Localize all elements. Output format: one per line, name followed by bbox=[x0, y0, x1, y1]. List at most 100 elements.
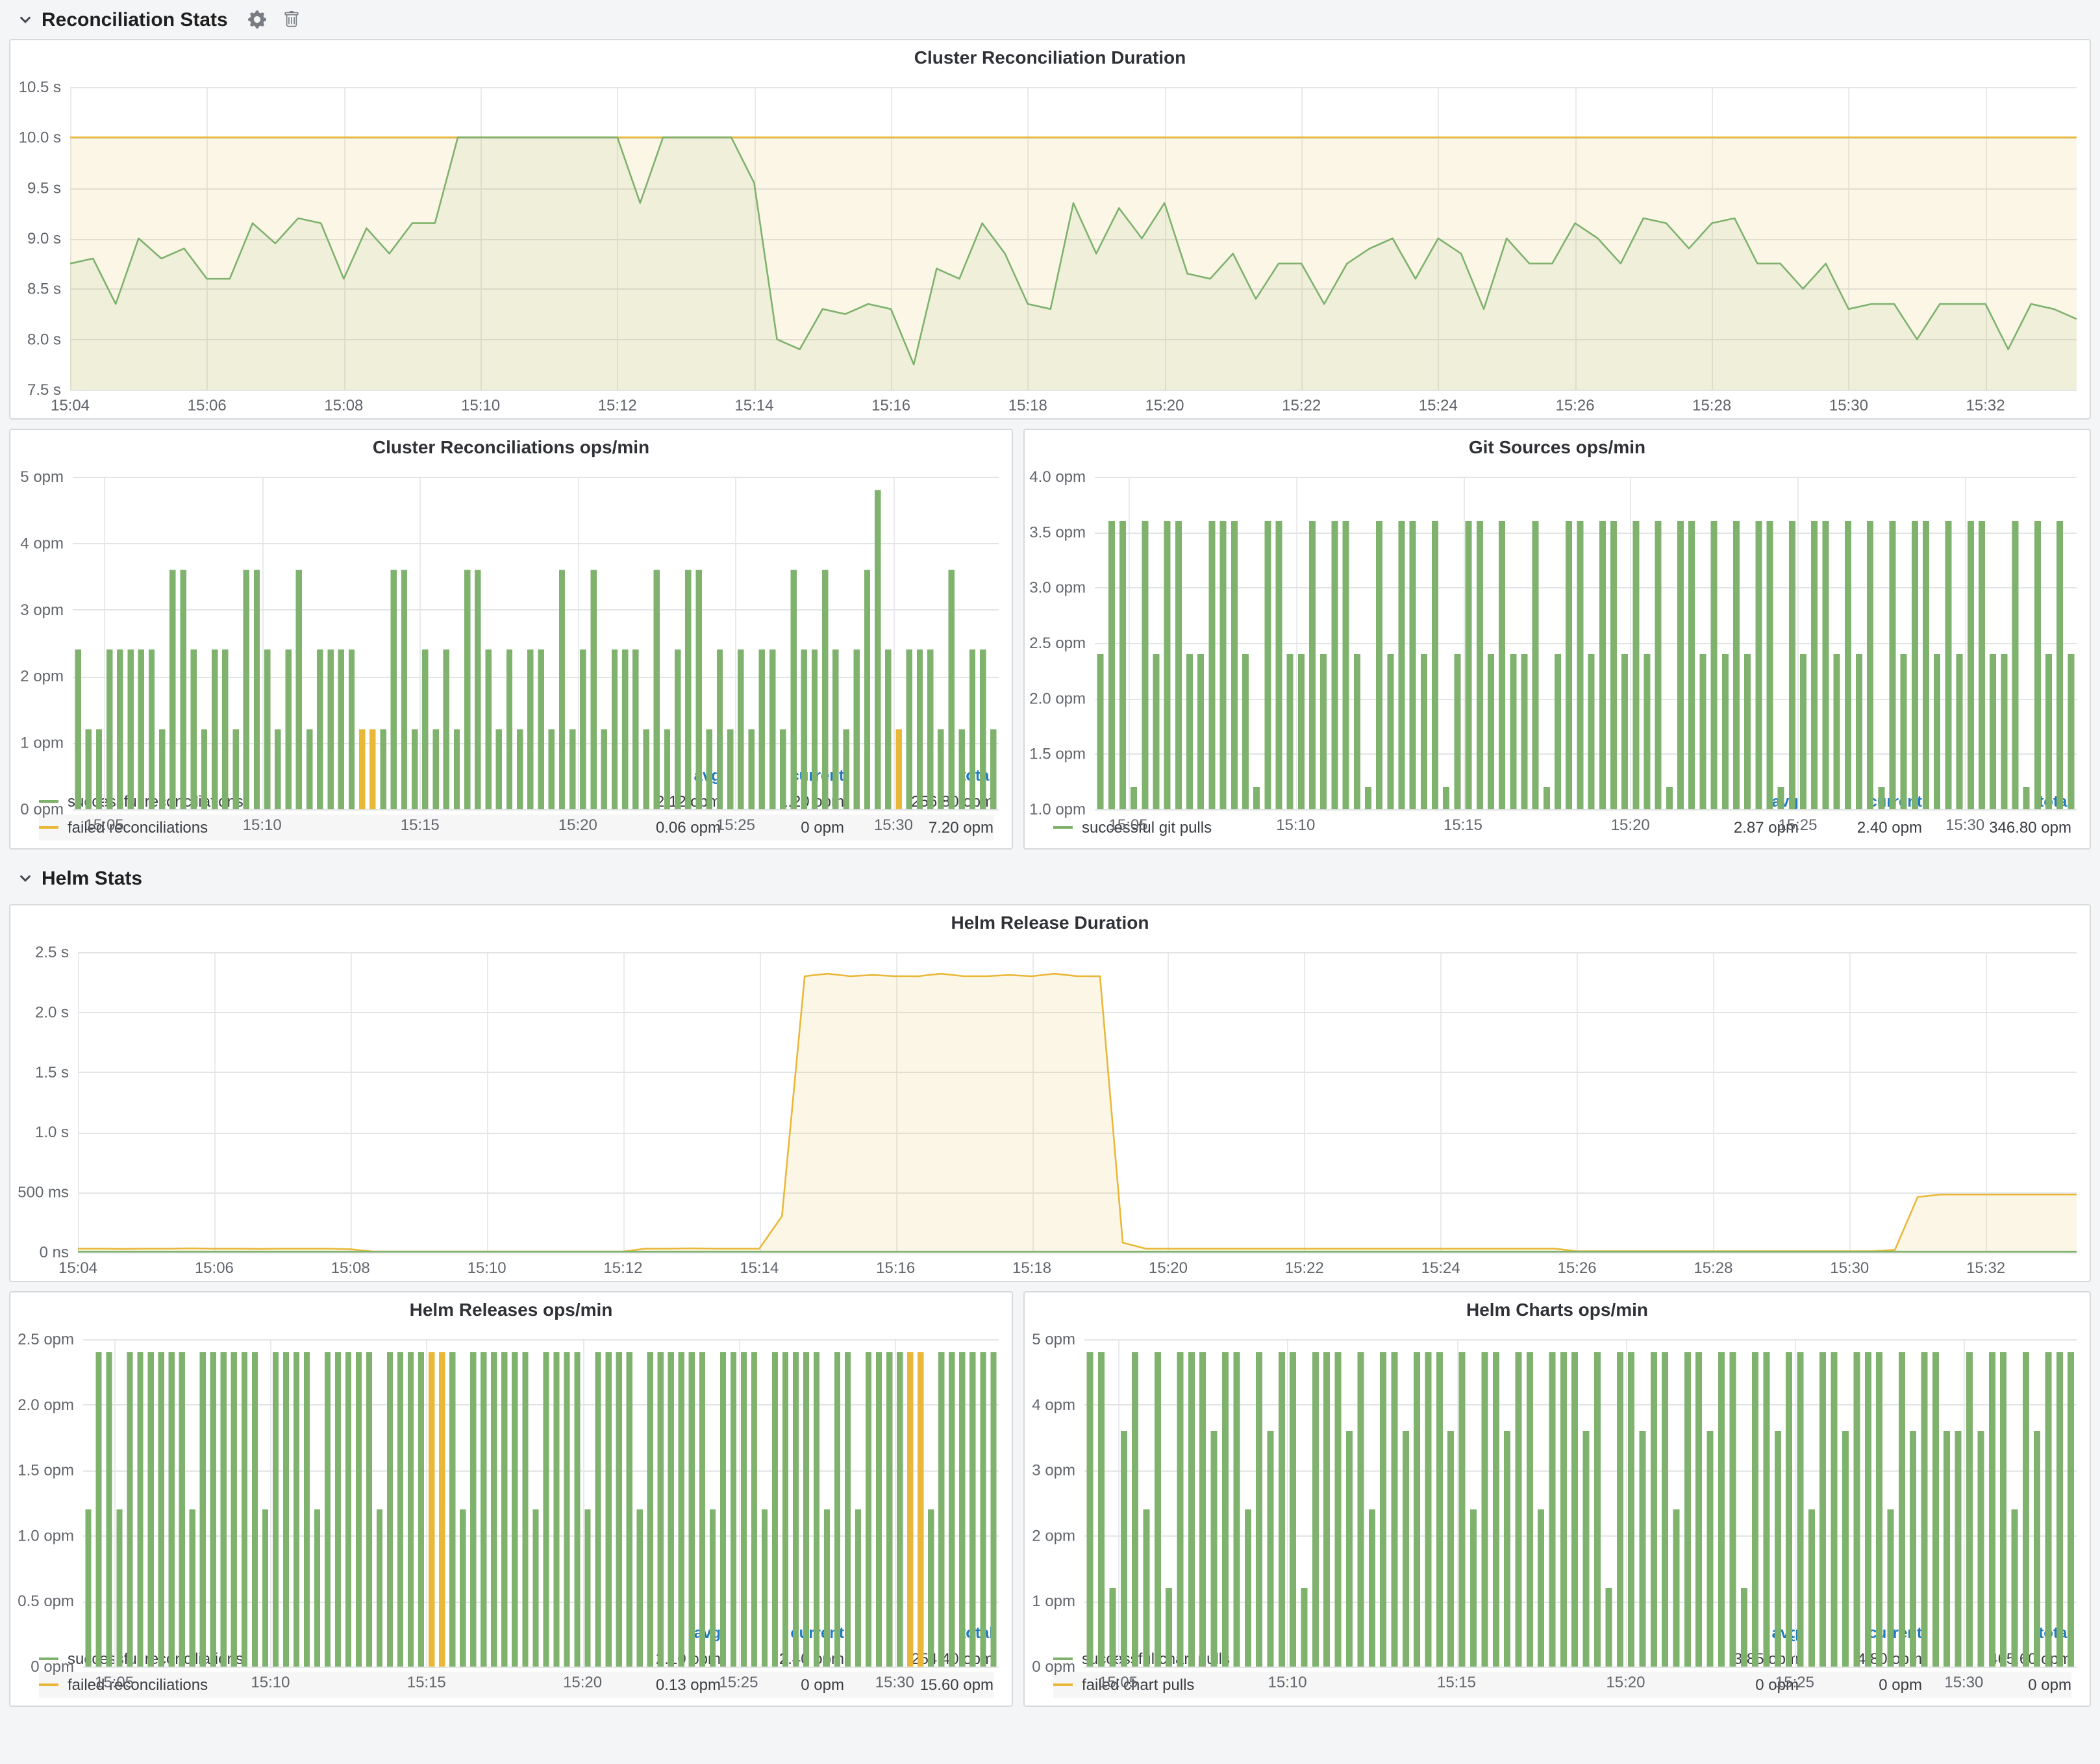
helm-releases-opm-plot: 0 opm0.5 opm1.0 opm1.5 opm2.0 opm2.5 opm… bbox=[10, 1326, 1012, 1695]
bar bbox=[595, 1352, 601, 1667]
x-axis-label: 15:05 bbox=[85, 816, 124, 834]
panel-cluster-reconciliation-duration: Cluster Reconciliation Duration 7.5 s8.0… bbox=[9, 39, 2091, 420]
bar bbox=[1912, 521, 1918, 809]
panel-helm-releases-opm: Helm Releases ops/min 0 opm0.5 opm1.0 op… bbox=[9, 1291, 1013, 1707]
bar bbox=[632, 649, 638, 809]
bar bbox=[117, 649, 123, 809]
panel-title[interactable]: Helm Release Duration bbox=[10, 905, 2090, 939]
bar bbox=[2045, 1352, 2052, 1667]
bar bbox=[1808, 1509, 1815, 1667]
panel-title[interactable]: Helm Charts ops/min bbox=[1025, 1292, 2090, 1326]
x-axis-label: 15:04 bbox=[58, 1259, 97, 1277]
bar bbox=[1834, 654, 1840, 809]
bar bbox=[559, 570, 565, 809]
x-axis-label: 15:22 bbox=[1282, 397, 1321, 414]
x-axis-label: 15:15 bbox=[1437, 1674, 1476, 1691]
bar bbox=[717, 649, 723, 809]
bar bbox=[1376, 521, 1382, 809]
bar bbox=[1560, 1352, 1567, 1667]
panel-cluster-reconciliations-opm: Cluster Reconciliations ops/min 0 opm1 o… bbox=[9, 429, 1013, 850]
bar bbox=[1707, 1431, 1714, 1667]
helm-charts-chart: 0 opm1 opm2 opm3 opm4 opm5 opm15:0515:10… bbox=[1025, 1326, 2090, 1617]
bar bbox=[1301, 1588, 1308, 1667]
panel-title[interactable]: Git Sources ops/min bbox=[1025, 430, 2090, 464]
bar bbox=[1617, 1352, 1623, 1667]
bar bbox=[232, 729, 238, 809]
bar bbox=[854, 649, 860, 809]
bar bbox=[1544, 787, 1550, 809]
section-header-reconciliation-stats[interactable]: Reconciliation Stats bbox=[9, 0, 2091, 39]
bar bbox=[345, 1352, 351, 1667]
bar bbox=[1188, 1352, 1195, 1667]
y-axis-label: 3 opm bbox=[1032, 1462, 1075, 1480]
gear-icon bbox=[249, 10, 267, 29]
bar bbox=[1923, 521, 1929, 809]
bar bbox=[927, 649, 933, 809]
bar bbox=[179, 1352, 185, 1667]
panel-title[interactable]: Helm Releases ops/min bbox=[10, 1292, 1012, 1326]
x-axis-label: 15:30 bbox=[874, 816, 913, 834]
y-axis-label: 1 opm bbox=[20, 735, 64, 752]
section-delete-button[interactable] bbox=[280, 9, 305, 30]
x-axis-label: 15:18 bbox=[1012, 1259, 1051, 1277]
bar bbox=[1876, 1352, 1882, 1667]
bar bbox=[159, 729, 165, 809]
bar bbox=[1878, 787, 1884, 809]
bar bbox=[906, 649, 912, 809]
bar bbox=[252, 1352, 258, 1667]
bar bbox=[254, 570, 260, 809]
bar bbox=[137, 1352, 143, 1667]
bar bbox=[1222, 1352, 1229, 1667]
x-axis-label: 15:28 bbox=[1694, 1259, 1732, 1277]
y-axis-label: 1.5 opm bbox=[18, 1462, 74, 1480]
y-axis-label: 10.0 s bbox=[19, 129, 61, 147]
bar bbox=[449, 1352, 455, 1667]
x-axis-label: 15:18 bbox=[1008, 397, 1047, 414]
bar bbox=[306, 729, 312, 809]
bar bbox=[1447, 1431, 1454, 1667]
panel-title[interactable]: Cluster Reconciliation Duration bbox=[10, 40, 2090, 74]
x-axis-label: 15:32 bbox=[1966, 1259, 2005, 1277]
bar bbox=[1425, 1352, 1432, 1667]
bar bbox=[1901, 654, 1907, 809]
bar bbox=[1242, 654, 1249, 809]
y-axis-label: 3.5 opm bbox=[1029, 523, 1086, 541]
bar bbox=[1555, 654, 1561, 809]
bar bbox=[658, 1352, 664, 1667]
bar bbox=[506, 649, 512, 809]
dashboard: Reconciliation Stats Cluster Reconciliat… bbox=[0, 0, 2100, 1764]
x-axis-label: 15:28 bbox=[1692, 397, 1731, 414]
x-axis-label: 15:14 bbox=[740, 1259, 779, 1277]
bar bbox=[886, 1352, 892, 1667]
bar bbox=[1211, 1431, 1218, 1667]
bar bbox=[938, 1352, 944, 1667]
bar bbox=[1934, 654, 1940, 809]
bar bbox=[948, 570, 954, 809]
x-axis-label: 15:22 bbox=[1285, 1259, 1324, 1277]
bar bbox=[275, 729, 281, 809]
bar bbox=[314, 1509, 320, 1667]
bar bbox=[1566, 521, 1572, 809]
section-settings-button[interactable] bbox=[245, 9, 271, 30]
bar bbox=[283, 1352, 289, 1667]
bar bbox=[731, 1352, 736, 1667]
bar bbox=[1688, 521, 1695, 809]
bar bbox=[1403, 1431, 1409, 1667]
bar bbox=[1323, 1352, 1330, 1667]
panel-title[interactable]: Cluster Reconciliations ops/min bbox=[10, 430, 1012, 464]
bar bbox=[454, 729, 460, 809]
bar bbox=[2045, 654, 2052, 809]
bar bbox=[116, 1509, 122, 1667]
section-header-helm-stats[interactable]: Helm Stats bbox=[9, 860, 2091, 896]
y-axis-label: 9.0 s bbox=[27, 230, 61, 247]
bar bbox=[1577, 521, 1583, 809]
bar bbox=[327, 649, 333, 809]
bar bbox=[475, 570, 481, 809]
y-axis-label: 2 opm bbox=[1032, 1527, 1075, 1544]
bar bbox=[1819, 1352, 1826, 1667]
bar bbox=[1921, 1352, 1928, 1667]
bar bbox=[1197, 654, 1204, 809]
bar bbox=[685, 570, 691, 809]
y-axis-label: 0.5 opm bbox=[18, 1593, 74, 1610]
bar bbox=[338, 649, 344, 809]
